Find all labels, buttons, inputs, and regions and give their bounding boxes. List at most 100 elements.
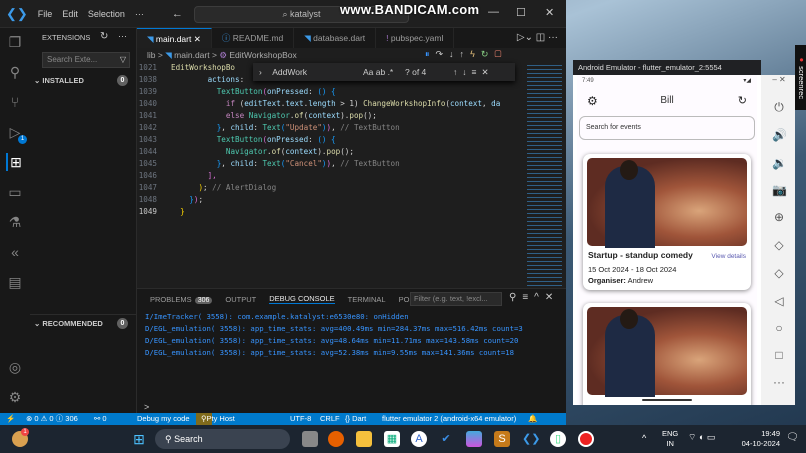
event-card[interactable] [583, 303, 751, 405]
home-icon[interactable]: ○ [772, 321, 786, 335]
extensions-search-input[interactable]: Search Exte... ▽ [42, 52, 130, 68]
copilot-icon[interactable] [466, 431, 482, 447]
status-language[interactable]: {} Dart [345, 413, 366, 425]
code-line[interactable]: 1049 } [137, 206, 527, 218]
code-line[interactable]: 1044 Navigator. of(context). pop (); [137, 146, 527, 158]
view-details-link[interactable]: View details [711, 253, 746, 260]
gesture-bar[interactable] [642, 399, 692, 401]
breadcrumb-file[interactable]: main.dart [174, 50, 209, 60]
volume-down-icon[interactable]: 🔉 [772, 156, 787, 170]
debug-toolbar[interactable]: ⏸↷↓↑ϟ↻▢ [425, 49, 508, 60]
explorer-icon[interactable]: ❐ [6, 33, 24, 51]
camera-icon[interactable]: 📷 [772, 183, 787, 197]
flutter-icon[interactable]: « [6, 243, 24, 261]
minimize-close-icons[interactable]: – ✕ [772, 75, 786, 84]
overview-icon[interactable]: □ [772, 348, 786, 362]
todo-icon[interactable]: ✔ [438, 431, 454, 447]
rotate-left-icon[interactable]: ◇ [772, 238, 786, 252]
split-editor-icon[interactable]: ▷⌄ ◫ ··· [517, 28, 558, 48]
extensions-icon[interactable]: ⊞ [6, 153, 24, 171]
search-icon[interactable]: ⚲ [6, 63, 24, 81]
store-icon[interactable]: ▦ [384, 431, 400, 447]
minimap[interactable] [527, 62, 562, 287]
source-control-icon[interactable]: ⑂ [6, 93, 24, 111]
account-icon[interactable]: ◎ [6, 358, 24, 376]
code-line[interactable]: 1048 }); [137, 194, 527, 206]
notification-center-icon[interactable]: 🗨 [786, 432, 799, 443]
code-line[interactable]: 1047 ); // AlertDialog [137, 182, 527, 194]
taskbar-search[interactable]: ⚲ Search [155, 429, 290, 449]
code-line[interactable]: 1039 TextButton(onPressed: () { [137, 86, 527, 98]
find-input[interactable]: AddWork [272, 67, 307, 77]
language-indicator[interactable]: ENG IN [662, 429, 678, 449]
maximize-icon[interactable]: ☐ [516, 6, 526, 19]
tab-problems[interactable]: PROBLEMS 306 [150, 295, 213, 304]
close-icon[interactable]: ✕ [545, 6, 554, 19]
vscode-taskbar-icon[interactable]: ❮❯ [522, 431, 540, 447]
expand-replace-icon[interactable]: › [259, 67, 262, 77]
event-card[interactable]: Startup - standup comedy View details 15 … [583, 154, 751, 290]
code-line[interactable]: 1041 else Navigator. of(context). pop (); [137, 110, 527, 122]
status-eol[interactable]: CRLF [320, 413, 340, 425]
app-icon[interactable]: A [411, 431, 427, 447]
windows-start-icon[interactable]: ⊞ [131, 431, 147, 447]
firefox-icon[interactable] [328, 431, 344, 447]
zoom-icon[interactable]: ⊕ [772, 210, 786, 224]
screen-recorder-icon[interactable] [578, 431, 594, 447]
testing-icon[interactable]: ⚗ [6, 213, 24, 231]
code-line[interactable]: 1045 }, child: Text("Cancel")), // TextB… [137, 158, 527, 170]
settings-gear-icon[interactable]: ⚙ [6, 388, 24, 406]
more-actions-icon[interactable]: ··· [118, 31, 127, 41]
power-icon[interactable]: ⏻ [772, 100, 786, 115]
screenrec-tab[interactable]: ● screenrec [795, 45, 806, 110]
breadcrumb-lib[interactable]: lib [147, 50, 156, 60]
event-search-input[interactable]: Search for events [579, 116, 755, 140]
back-icon[interactable]: ◁ [772, 294, 786, 308]
menu-edit[interactable]: Edit [62, 9, 78, 19]
remote-explorer-icon[interactable]: ▭ [6, 183, 24, 201]
status-debug[interactable]: Debug my code [137, 413, 190, 425]
remote-icon[interactable]: ⚡ [6, 413, 15, 425]
sublime-icon[interactable]: S [494, 431, 510, 447]
task-view-icon[interactable] [302, 431, 318, 447]
code-line[interactable]: 1042 }, child: Text("Update")), // TextB… [137, 122, 527, 134]
notifications-icon[interactable]: 🔔 [528, 413, 537, 425]
status-encoding[interactable]: UTF-8 [290, 413, 311, 425]
tab-readme[interactable]: ⓘ README.md [212, 28, 295, 48]
find-nav-icons[interactable]: ↑↓≡✕ [453, 63, 494, 81]
menu-selection[interactable]: Selection [88, 9, 125, 19]
tray-chevron-icon[interactable]: ^ [642, 433, 646, 443]
menu-more[interactable]: ··· [135, 9, 144, 19]
status-pty-host[interactable]: ⚲ Pty Host [196, 413, 235, 425]
back-arrow-icon[interactable]: ← [172, 8, 183, 20]
status-ports[interactable]: ⚯ 0 [94, 413, 107, 425]
filter-icon[interactable]: ▽ [120, 53, 126, 67]
status-device[interactable]: flutter emulator 2 (android-x64 emulator… [382, 413, 516, 425]
refresh-icon[interactable]: ↻ [100, 31, 108, 42]
code-line[interactable]: 1043 TextButton(onPressed: () { [137, 134, 527, 146]
console-prompt[interactable]: > [144, 402, 149, 412]
panel-actions-icons[interactable]: ⚲≡^✕ [509, 292, 559, 303]
code-editor[interactable]: 1021 EditWorkshopBo 1038 actions:1039 Text… [137, 62, 527, 222]
status-problems[interactable]: ⊗ 0 ⚠ 0 ⓘ 306 [26, 413, 78, 425]
android-emulator-taskbar-icon[interactable]: ▯ [550, 431, 566, 447]
recommended-section[interactable]: ⌄ RECOMMENDED 0 [34, 318, 132, 329]
tab-debug-console[interactable]: DEBUG CONSOLE [269, 294, 335, 304]
volume-up-icon[interactable]: 🔊 [772, 128, 787, 142]
network-volume-battery-icons[interactable]: ⌔ ◐ ▭ [688, 432, 715, 443]
find-options[interactable]: Aa ab .* [363, 63, 393, 81]
rotate-right-icon[interactable]: ◇ [772, 266, 786, 280]
menu-file[interactable]: File [38, 9, 53, 19]
code-line[interactable]: 1046 ], [137, 170, 527, 182]
refresh-icon[interactable]: ↻ [738, 94, 747, 107]
tab-output[interactable]: OUTPUT [225, 295, 256, 304]
close-tab-icon[interactable]: ✕ [194, 34, 201, 44]
installed-section[interactable]: ⌄ INSTALLED 0 [34, 75, 132, 86]
file-explorer-icon[interactable] [356, 431, 372, 447]
tab-pubspec[interactable]: ! pubspec.yaml [376, 28, 455, 48]
tab-main-dart[interactable]: ◥ main.dart ✕ [137, 28, 212, 48]
console-filter-input[interactable]: Filter (e.g. text, !excl... [410, 292, 502, 306]
minimize-icon[interactable]: — [488, 6, 499, 18]
clock[interactable]: 19:49 04-10-2024 [736, 429, 780, 449]
breadcrumb-symbol[interactable]: EditWorkshopBox [229, 50, 296, 60]
